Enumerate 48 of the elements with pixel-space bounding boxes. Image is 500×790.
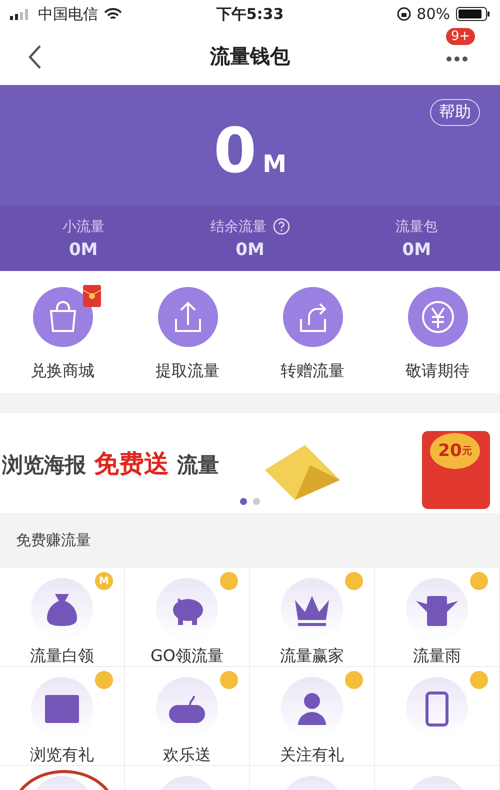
badge-icon xyxy=(95,671,113,689)
stat-label: 结余流量 xyxy=(210,218,266,236)
action-label: 提取流量 xyxy=(156,361,220,382)
badge-icon xyxy=(345,671,363,689)
feature-label: 流量白领 xyxy=(30,646,94,667)
status-time: 下午5:33 xyxy=(216,4,284,24)
stat-label: 小流量 xyxy=(62,218,104,236)
badge-icon xyxy=(345,572,363,590)
rotation-lock-icon xyxy=(396,7,411,21)
section-title: 免费赚流量 xyxy=(16,531,91,550)
help-icon[interactable] xyxy=(272,218,290,235)
carousel-dot[interactable] xyxy=(240,498,247,505)
banner-highlight: 免费送 xyxy=(94,448,169,480)
envelope-amount: 20 xyxy=(438,441,462,461)
banner-text: 浏览海报 xyxy=(2,452,86,478)
stat-label: 流量包 xyxy=(396,218,438,236)
badge-icon: M xyxy=(95,572,113,590)
stat-value: 0M xyxy=(236,240,264,260)
feature-label: 流量赢家 xyxy=(280,646,344,667)
battery-icon xyxy=(456,7,490,21)
stat-value: 0M xyxy=(68,240,98,260)
feature-label: 关注有礼 xyxy=(280,745,344,766)
promo-banner[interactable]: 浏览海报 免费送 流量 20元 xyxy=(0,413,500,513)
stat-value: 0M xyxy=(402,240,432,260)
envelope-unit: 元 xyxy=(462,445,472,458)
feature-label: 浏览有礼 xyxy=(30,745,94,766)
battery-percent: 80% xyxy=(416,5,450,23)
carrier-name: 中国电信 xyxy=(38,4,98,24)
banner-text: 流量 xyxy=(177,452,219,478)
badge-icon xyxy=(470,572,488,590)
badge-icon xyxy=(220,572,238,590)
wifi-icon xyxy=(104,8,122,20)
action-label: 兑换商城 xyxy=(30,361,94,382)
action-label: 转赠流量 xyxy=(280,361,344,382)
badge-icon xyxy=(470,671,488,689)
help-button[interactable]: 帮助 xyxy=(430,99,480,126)
badge-icon xyxy=(220,671,238,689)
carousel-dot[interactable] xyxy=(253,498,260,505)
balance-amount: 0 xyxy=(213,114,257,186)
action-label: 敬请期待 xyxy=(406,361,470,382)
notification-badge: 9+ xyxy=(446,28,476,45)
feature-label: 流量雨 xyxy=(413,646,461,667)
feature-label: GO领流量 xyxy=(150,646,224,667)
more-icon[interactable] xyxy=(446,56,468,62)
back-icon[interactable] xyxy=(28,44,42,70)
feature-label: 欢乐送 xyxy=(163,745,211,766)
balance-unit: M xyxy=(262,150,287,178)
page-title: 流量钱包 xyxy=(210,43,290,70)
